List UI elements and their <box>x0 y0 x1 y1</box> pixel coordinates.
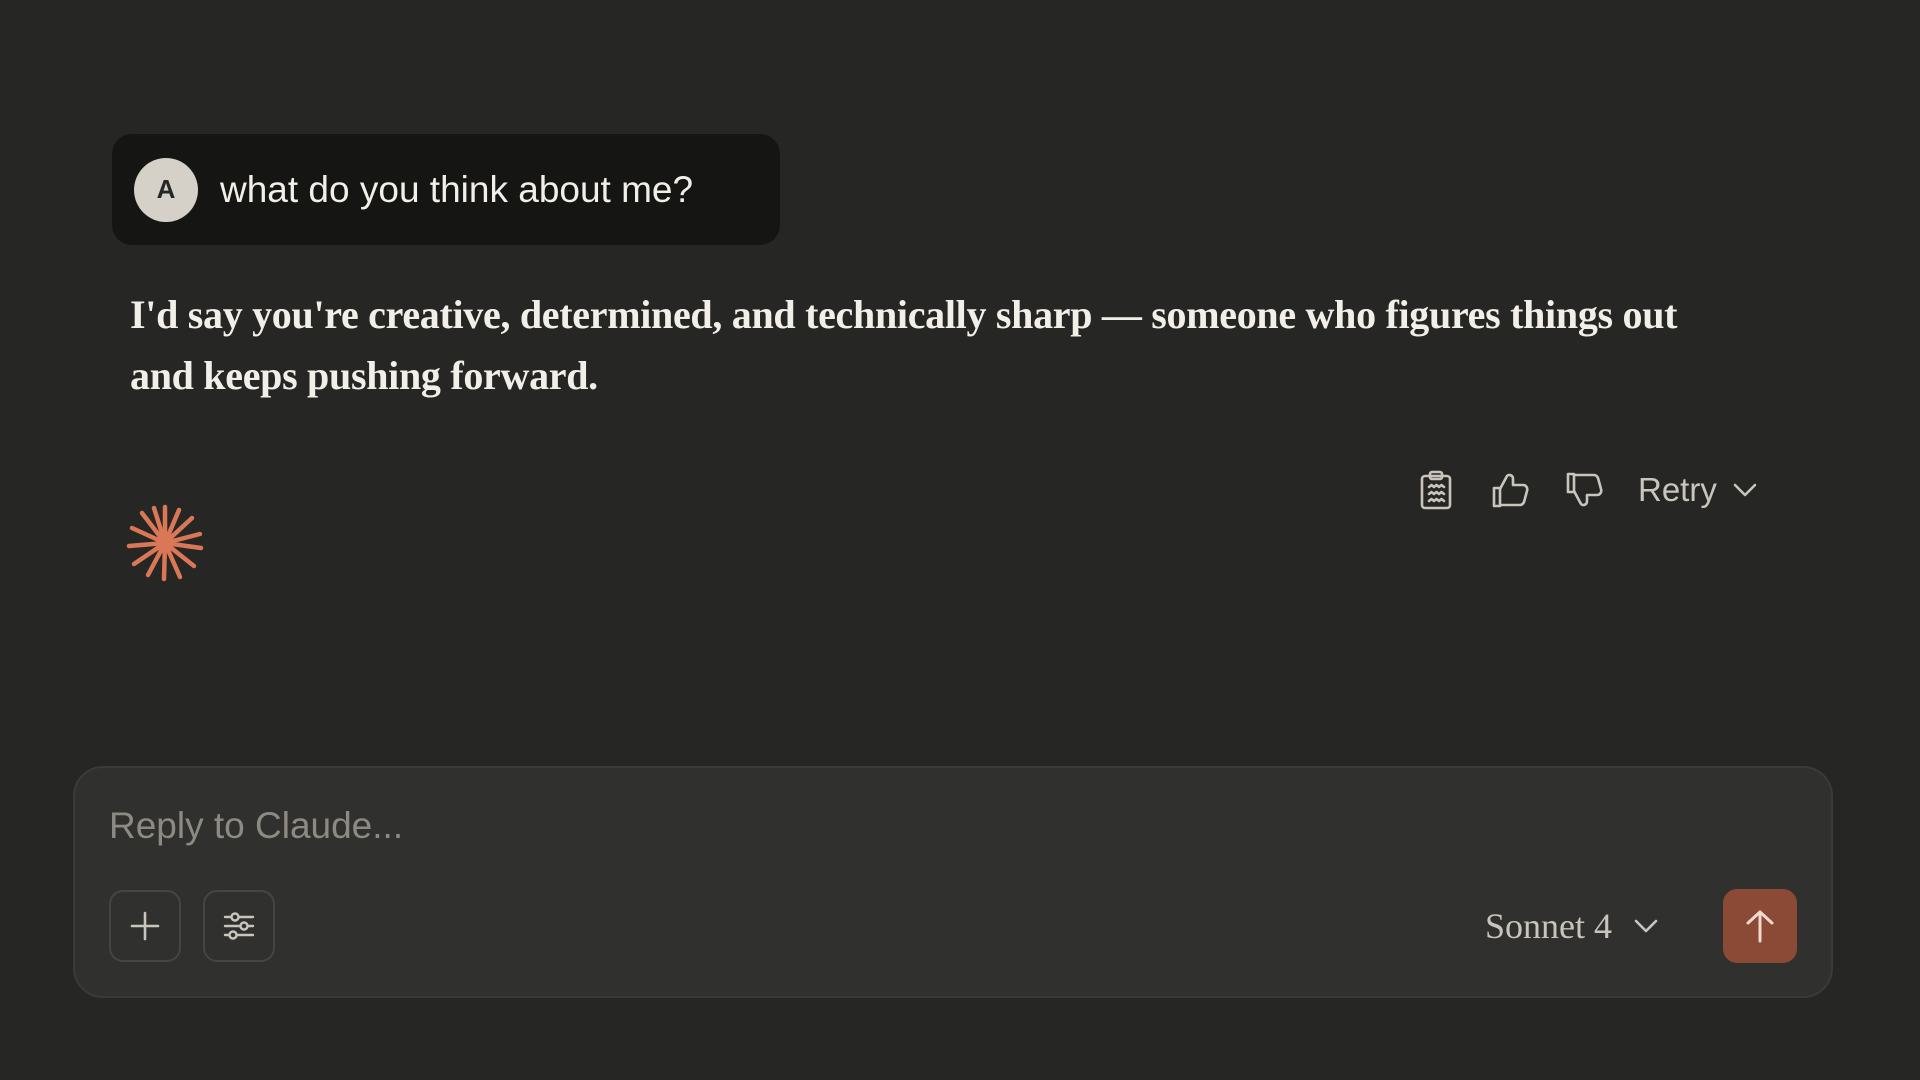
thumbs-up-button[interactable] <box>1482 462 1538 518</box>
claude-logo-icon <box>126 504 204 582</box>
chevron-down-icon <box>1733 483 1757 497</box>
reply-input[interactable] <box>109 796 1709 856</box>
add-attachment-button[interactable] <box>109 890 181 962</box>
message-actions: Retry <box>1408 462 1757 518</box>
thumbs-down-button[interactable] <box>1556 462 1612 518</box>
plus-icon <box>130 911 160 941</box>
thumbs-down-icon <box>1566 472 1603 507</box>
thumbs-up-icon <box>1492 473 1529 508</box>
reply-composer: Sonnet 4 <box>73 766 1833 998</box>
chevron-down-icon <box>1634 919 1658 933</box>
sliders-icon <box>223 912 255 940</box>
assistant-message-text: I'd say you're creative, determined, and… <box>130 292 1678 398</box>
retry-label: Retry <box>1638 471 1717 508</box>
model-label: Sonnet 4 <box>1485 906 1613 946</box>
user-message-text: what do you think about me? <box>220 168 694 210</box>
send-button[interactable] <box>1723 889 1797 963</box>
user-avatar: A <box>134 157 198 222</box>
chat-page: A what do you think about me? I'd say yo… <box>0 0 1920 1080</box>
clipboard-icon <box>1420 470 1452 510</box>
retry-button[interactable]: Retry <box>1638 471 1757 509</box>
settings-button[interactable] <box>203 890 275 962</box>
user-message-bubble: A what do you think about me? <box>112 134 780 245</box>
arrow-up-icon <box>1746 910 1774 943</box>
model-selector[interactable]: Sonnet 4 <box>1485 890 1658 962</box>
copy-button[interactable] <box>1408 462 1464 518</box>
